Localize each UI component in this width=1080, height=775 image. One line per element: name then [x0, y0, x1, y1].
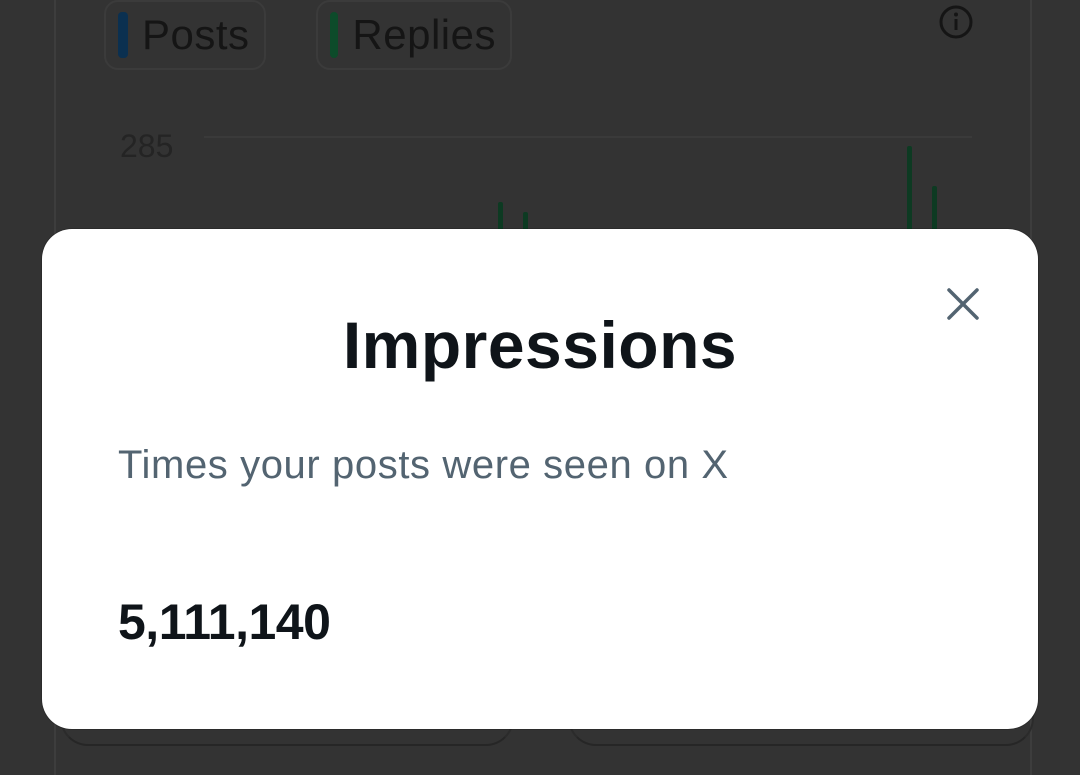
impressions-dialog: Impressions Times your posts were seen o…	[42, 229, 1038, 729]
posts-swatch	[118, 12, 128, 58]
legend-chip-replies[interactable]: Replies	[316, 0, 512, 70]
chart-gridline	[204, 136, 972, 138]
info-icon[interactable]	[938, 4, 974, 40]
dialog-title: Impressions	[342, 308, 738, 382]
close-icon[interactable]	[938, 279, 988, 329]
legend-chip-posts[interactable]: Posts	[104, 0, 266, 70]
screen: Posts Replies 285 Impressions Times your…	[0, 0, 1080, 775]
chart-bar	[907, 146, 912, 242]
legend-label-replies: Replies	[352, 11, 496, 58]
y-axis-tick-label: 285	[120, 128, 174, 164]
impressions-value: 5,111,140	[118, 594, 331, 650]
legend-label-posts: Posts	[142, 11, 250, 58]
replies-swatch	[330, 12, 339, 58]
dialog-description: Times your posts were seen on X	[118, 443, 729, 487]
